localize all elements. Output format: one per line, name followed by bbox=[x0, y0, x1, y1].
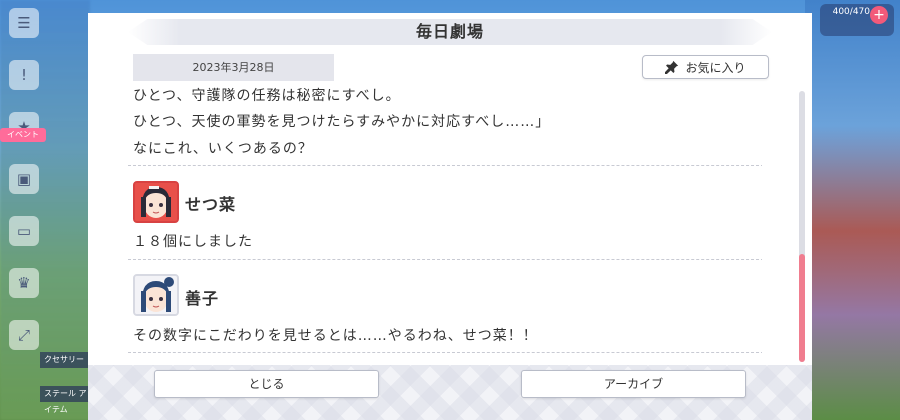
side-event-badge: イベント bbox=[0, 128, 46, 142]
screen-icon[interactable]: ▭ bbox=[9, 216, 39, 246]
dialogue-scroll-area[interactable]: ひとつ、守護隊の任務は秘密にすべし。 ひとつ、天使の軍勢を見つけたらすみやかに対… bbox=[128, 87, 762, 372]
dialogue-line: なにこれ、いくつあるの？ bbox=[133, 141, 313, 157]
pin-icon bbox=[665, 60, 679, 74]
menu-icon[interactable]: ☰ bbox=[9, 8, 39, 38]
trophy-icon[interactable]: ♛ bbox=[9, 268, 39, 298]
entry-divider bbox=[128, 165, 762, 166]
dialogue-line: その数字にこだわりを見せるとは……やるわね、せつ菜！！ bbox=[133, 328, 538, 344]
favorite-button[interactable]: お気に入り bbox=[642, 55, 769, 79]
setsuna-portrait-icon bbox=[135, 183, 177, 221]
side-label-accessory[interactable]: クセサリー bbox=[40, 352, 90, 368]
background-right bbox=[805, 0, 900, 420]
yoshiko-avatar bbox=[133, 274, 179, 316]
favorite-label: お気に入り bbox=[685, 60, 746, 75]
dialogue-line: １８個にしました bbox=[133, 234, 253, 250]
speaker-name: 善子 bbox=[185, 289, 220, 308]
speaker-name: せつ菜 bbox=[185, 195, 237, 214]
dialogue-line: ひとつ、天使の軍勢を見つけたらすみやかに対応すべし……」 bbox=[133, 114, 551, 130]
setsuna-avatar bbox=[133, 181, 179, 223]
close-button[interactable]: とじる bbox=[154, 370, 379, 398]
scrollbar-thumb[interactable] bbox=[799, 254, 805, 362]
dialog-header: 毎日劇場 bbox=[88, 13, 812, 49]
archive-button[interactable]: アーカイブ bbox=[521, 370, 746, 398]
date-label: 2023年3月28日 bbox=[133, 54, 334, 81]
add-currency-button[interactable]: + bbox=[870, 6, 888, 24]
dialog-title: 毎日劇場 bbox=[415, 22, 484, 41]
side-label-items[interactable]: ステール アイテム bbox=[40, 386, 90, 414]
entry-divider bbox=[128, 352, 762, 353]
daily-theater-dialog: 毎日劇場 2023年3月28日 お気に入り ひとつ、守護隊の任務は秘密にすべし。… bbox=[88, 13, 812, 420]
yoshiko-portrait-icon bbox=[135, 276, 177, 314]
expand-icon[interactable]: ⤢ bbox=[9, 320, 39, 350]
side-menu: ☰ ! ★ ▣ ▭ ♛ ⤢ bbox=[6, 8, 42, 372]
dialogue-line: ひとつ、守護隊の任務は秘密にすべし。 bbox=[133, 88, 401, 104]
entry-divider bbox=[128, 259, 762, 260]
notice-icon[interactable]: ! bbox=[9, 60, 39, 90]
present-icon[interactable]: ▣ bbox=[9, 164, 39, 194]
